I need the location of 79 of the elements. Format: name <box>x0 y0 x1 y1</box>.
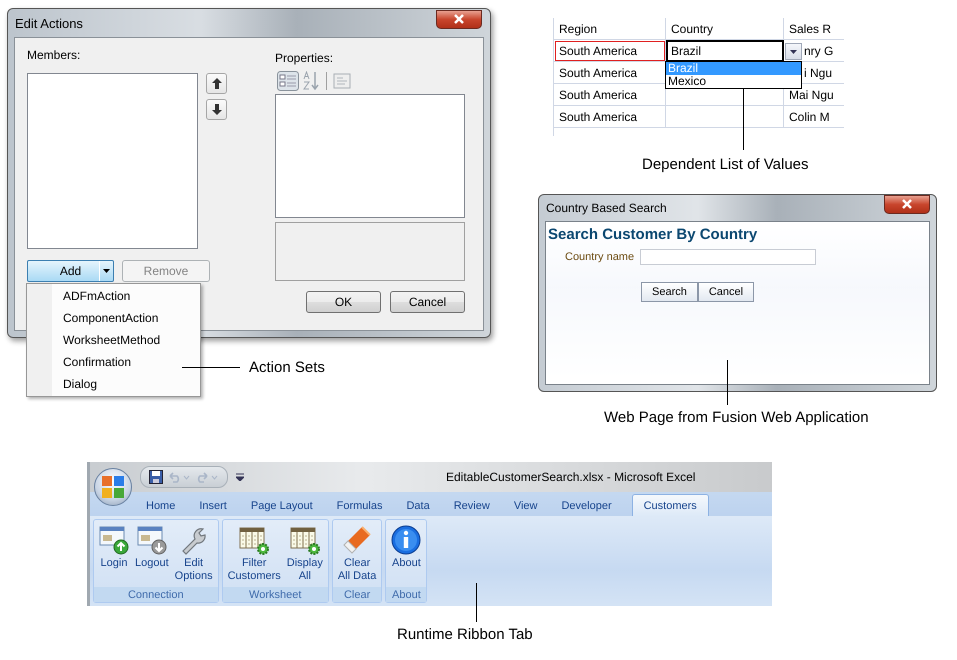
ribbon-tab[interactable]: Page Layout <box>238 494 325 516</box>
office-logo-icon <box>101 475 125 499</box>
members-list[interactable] <box>27 73 198 249</box>
sort-az-icon[interactable] <box>302 71 320 91</box>
close-icon <box>901 198 913 210</box>
table-cell: Mai Ngu <box>784 84 844 106</box>
column-header: Region <box>554 18 666 40</box>
add-split-button[interactable]: Add <box>27 260 114 282</box>
ribbon-tab[interactable]: Developer <box>549 494 624 516</box>
up-arrow-icon <box>212 78 222 89</box>
country-name-field[interactable] <box>640 249 816 265</box>
leader-line <box>182 367 240 368</box>
properties-label: Properties: <box>275 51 334 65</box>
window-title: Country Based Search <box>546 201 667 215</box>
close-icon <box>453 13 465 25</box>
ribbon-tab[interactable]: View <box>502 494 550 516</box>
table-cell: South America <box>554 84 666 106</box>
cancel-button[interactable]: Cancel <box>698 282 754 302</box>
callout-label: Web Page from Fusion Web Application <box>604 409 869 426</box>
table-cell: South America <box>554 40 666 62</box>
ribbon-button[interactable]: Clear All Data <box>334 522 380 587</box>
menu-item[interactable]: Dialog <box>27 373 200 395</box>
page-heading: Search Customer By Country <box>548 226 758 243</box>
group-label: About <box>386 587 426 602</box>
property-grid[interactable] <box>275 94 465 218</box>
customize-toolbar-icon[interactable] <box>236 473 244 481</box>
ribbon-tab[interactable]: Customers <box>632 494 709 516</box>
menu-item[interactable]: ComponentAction <box>27 307 200 329</box>
menu-item[interactable]: Confirmation <box>27 351 200 373</box>
ribbon-button[interactable]: Logout <box>132 522 172 587</box>
group-label: Clear <box>332 587 382 602</box>
categorized-view-icon[interactable] <box>277 71 299 91</box>
group-label: Worksheet <box>222 587 328 602</box>
office-button[interactable] <box>94 468 132 506</box>
dropdown-button[interactable] <box>785 43 802 60</box>
window-title: EditableCustomerSearch.xlsx - Microsoft Excel <box>446 470 696 484</box>
ribbon-button[interactable]: Display All <box>284 522 326 587</box>
ribbon-tab[interactable]: Review <box>442 494 502 516</box>
leader-line <box>727 360 728 405</box>
ribbon-tab[interactable]: Formulas <box>324 494 394 516</box>
move-down-button[interactable] <box>206 99 227 120</box>
table-cell: South America <box>554 106 666 128</box>
ribbon-button[interactable]: About <box>388 522 424 587</box>
callout-label: Dependent List of Values <box>642 156 809 173</box>
close-button[interactable] <box>884 194 930 214</box>
caret-icon <box>103 269 110 273</box>
ribbon-tab[interactable]: Home <box>134 494 188 516</box>
column-header: Sales R <box>784 18 844 40</box>
callout-label: Runtime Ribbon Tab <box>397 626 533 643</box>
eraser-icon <box>342 525 372 555</box>
leader-line <box>476 583 477 622</box>
cancel-button[interactable]: Cancel <box>390 291 465 313</box>
caret-icon <box>790 50 797 54</box>
down-arrow-icon <box>212 104 222 115</box>
window-up-arrow-icon <box>99 525 129 555</box>
ribbon-tab[interactable]: Data <box>394 494 442 516</box>
field-label: Country name <box>565 251 634 263</box>
window-title: Edit Actions <box>15 16 83 30</box>
window-down-arrow-icon <box>136 525 167 555</box>
ribbon-button[interactable]: Edit Options <box>172 522 216 587</box>
menu-item[interactable]: ADFmAction <box>27 285 200 307</box>
menu-item[interactable]: WorksheetMethod <box>27 329 200 351</box>
members-label: Members: <box>27 48 82 62</box>
search-button[interactable]: Search <box>641 282 698 302</box>
ribbon-tab[interactable]: Insert <box>187 494 239 516</box>
ribbon-button[interactable]: Filter Customers <box>224 522 284 587</box>
ribbon-button[interactable]: Login <box>96 522 132 587</box>
info-icon <box>391 525 422 555</box>
table-cell: Colin M <box>784 106 844 128</box>
group-label: Connection <box>94 587 218 602</box>
table-gear-icon <box>290 525 320 555</box>
ok-button[interactable]: OK <box>306 291 381 313</box>
table-gear-icon <box>239 525 270 555</box>
table-cell: nry G <box>784 40 844 62</box>
save-icon[interactable] <box>149 470 163 484</box>
table-cell: South America <box>554 62 666 84</box>
move-up-button[interactable] <box>206 73 227 94</box>
callout-label: Action Sets <box>249 359 325 376</box>
close-button[interactable] <box>436 10 482 28</box>
